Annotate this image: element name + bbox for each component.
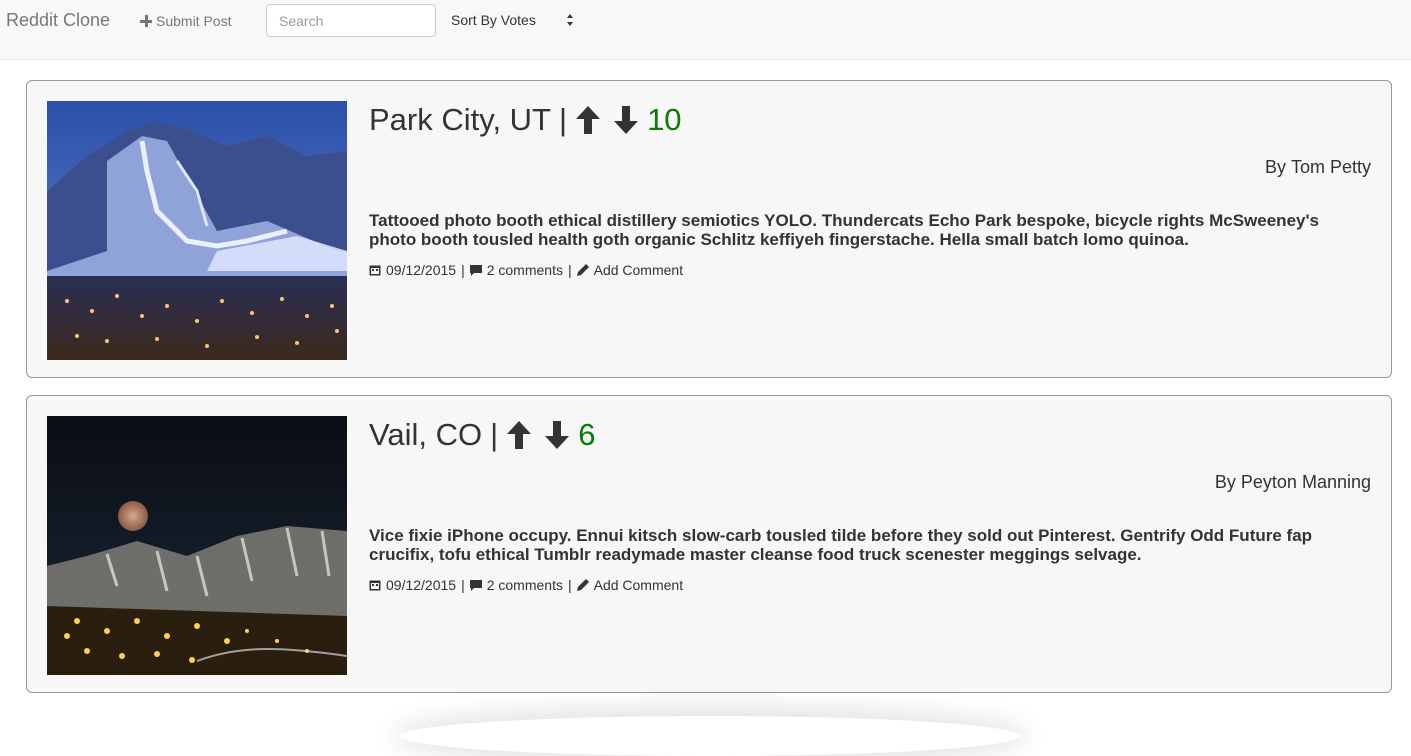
comment-icon (469, 265, 482, 276)
author-name: Peyton Manning (1240, 472, 1371, 492)
vote-count: 6 (578, 417, 596, 452)
arrow-up-icon[interactable] (575, 105, 601, 135)
add-comment-link[interactable]: Add Comment (594, 577, 683, 593)
meta-separator: | (567, 577, 572, 593)
meta-separator: | (461, 577, 465, 593)
post-image (47, 416, 347, 675)
post-body: Tattooed photo booth ethical distillery … (369, 211, 1319, 249)
post-card: Vail, CO | 6 By Peyton Manning Vice fixi… (26, 395, 1392, 693)
author-prefix: By (1264, 157, 1286, 177)
submit-post-label: Submit Post (156, 13, 232, 29)
post-date: 09/12/2015 (386, 577, 457, 593)
post-author: By Tom Petty (1265, 156, 1371, 178)
brand-link[interactable]: Reddit Clone (6, 10, 110, 30)
comment-icon (469, 580, 482, 591)
post-meta: 09/12/2015 | 2 comments | Add Comment (369, 262, 683, 278)
author-prefix: By (1214, 472, 1236, 492)
vote-count: 10 (647, 102, 682, 137)
sort-arrows-icon (567, 14, 573, 26)
post-body: Vice fixie iPhone occupy. Ennui kitsch s… (369, 526, 1313, 564)
arrow-down-icon[interactable] (613, 105, 639, 135)
post-title-text[interactable]: Vail, CO (369, 414, 482, 456)
post-date: 09/12/2015 (386, 262, 457, 278)
navbar: Reddit Clone Submit Post Sort By Votes (0, 0, 1411, 60)
post-title: Vail, CO | 6 (369, 414, 595, 456)
vail-image (47, 416, 347, 675)
calendar-icon (369, 580, 381, 591)
post-author: By Peyton Manning (1215, 471, 1371, 493)
post-title: Park City, UT | 10 (369, 99, 682, 141)
meta-separator: | (567, 262, 572, 278)
arrow-up-icon[interactable] (506, 420, 532, 450)
bottom-shadow (400, 716, 1020, 756)
author-name: Tom Petty (1290, 157, 1371, 177)
post-card: Park City, UT | 10 By Tom Petty Tattooed… (26, 80, 1392, 378)
pencil-icon (576, 579, 589, 591)
plus-icon (140, 15, 152, 27)
add-comment-link[interactable]: Add Comment (594, 262, 683, 278)
title-separator: | (490, 417, 499, 452)
post-title-text[interactable]: Park City, UT (369, 99, 551, 141)
calendar-icon (369, 265, 381, 276)
arrow-down-icon[interactable] (544, 420, 570, 450)
comments-link[interactable]: 2 comments (487, 262, 563, 278)
search-input[interactable] (266, 4, 436, 37)
post-image (47, 101, 347, 360)
submit-post-link[interactable]: Submit Post (140, 12, 231, 30)
sort-select[interactable]: Sort By Votes (451, 11, 575, 29)
park-city-image (47, 101, 347, 360)
comments-link[interactable]: 2 comments (487, 577, 563, 593)
pencil-icon (576, 264, 589, 276)
post-meta: 09/12/2015 | 2 comments | Add Comment (369, 577, 683, 593)
title-separator: | (559, 102, 568, 137)
meta-separator: | (461, 262, 465, 278)
